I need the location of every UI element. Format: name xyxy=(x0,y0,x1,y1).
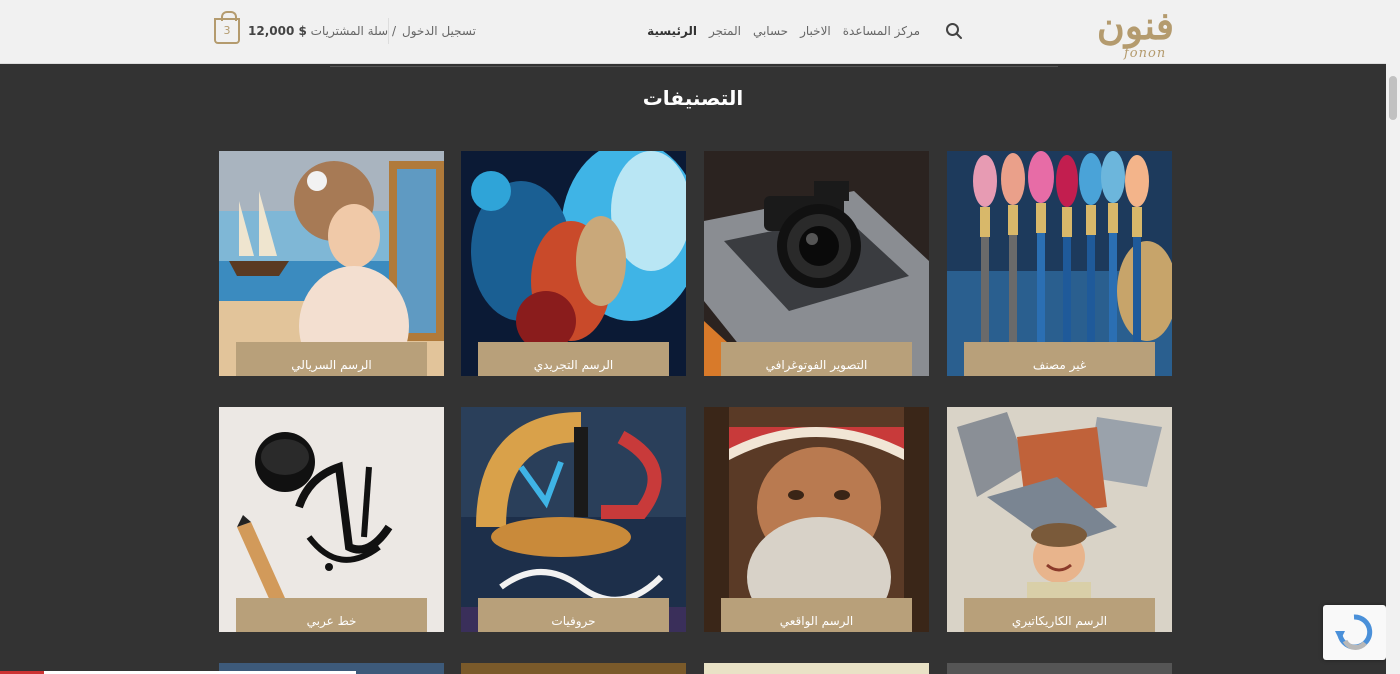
cart-count: 3 xyxy=(223,24,231,37)
nav-my-account[interactable]: حسابي xyxy=(753,22,788,40)
category-label: الرسم الواقعي xyxy=(721,598,912,632)
cart-label: سلة المشتريات / xyxy=(310,24,396,38)
nav-news[interactable]: الاخبار xyxy=(800,22,831,40)
nav-shop[interactable]: المتجر xyxy=(709,22,741,40)
category-card-calligraphy[interactable]: خط عربي xyxy=(219,407,444,632)
recaptcha-icon xyxy=(1335,614,1373,650)
logo-latin-text: fonon xyxy=(1124,46,1167,61)
category-label: الرسم التجريدي xyxy=(478,342,669,376)
category-card-abstract[interactable]: الرسم التجريدي xyxy=(461,151,686,376)
category-label: خط عربي xyxy=(236,598,427,632)
cart-icon[interactable]: 3 xyxy=(214,11,240,44)
category-label: غير مصنف xyxy=(964,342,1155,376)
category-card-surreal[interactable]: الرسم السريالي xyxy=(219,151,444,376)
site-logo[interactable]: فنون fonon xyxy=(1088,2,1174,64)
cart-total: 12,000 $ xyxy=(248,24,307,38)
cart-summary[interactable]: 12,000 $ سلة المشتريات / xyxy=(248,22,396,40)
site-header: فنون fonon الرئيسية المتجر حسابي الاخبار… xyxy=(0,0,1386,64)
separator-line xyxy=(330,66,1058,67)
category-card-photography[interactable]: التصوير الفوتوغرافي xyxy=(704,151,929,376)
category-card-partial[interactable] xyxy=(947,663,1172,674)
scrollbar-thumb[interactable] xyxy=(1389,76,1397,120)
category-card-realism[interactable]: الرسم الواقعي xyxy=(704,407,929,632)
category-card-letter-art[interactable]: حروفيات xyxy=(461,407,686,632)
category-label: حروفيات xyxy=(478,598,669,632)
category-label: الرسم السريالي xyxy=(236,342,427,376)
nav-help-center[interactable]: مركز المساعدة xyxy=(843,22,920,40)
search-icon[interactable] xyxy=(945,22,963,40)
category-card-uncategorized[interactable]: غير مصنف xyxy=(947,151,1172,376)
nav-home[interactable]: الرئيسية xyxy=(647,22,697,40)
category-card-partial[interactable] xyxy=(704,663,929,674)
logo-arabic-text: فنون xyxy=(1096,3,1174,48)
page-scrollbar[interactable] xyxy=(1386,0,1400,674)
login-link[interactable]: تسجيل الدخول xyxy=(402,22,476,40)
category-card-partial[interactable] xyxy=(461,663,686,674)
category-label: التصوير الفوتوغرافي xyxy=(721,342,912,376)
category-label: الرسم الكاريكاتيري xyxy=(964,598,1155,632)
category-card-caricature[interactable]: الرسم الكاريكاتيري xyxy=(947,407,1172,632)
recaptcha-badge[interactable] xyxy=(1323,605,1386,660)
page-title: التصنيفات xyxy=(642,86,744,110)
main-nav: الرئيسية المتجر حسابي الاخبار مركز المسا… xyxy=(647,22,920,40)
